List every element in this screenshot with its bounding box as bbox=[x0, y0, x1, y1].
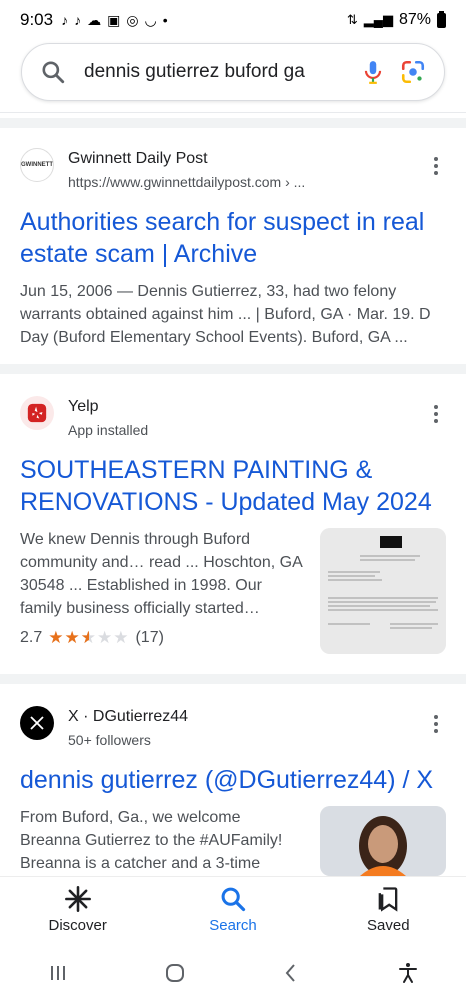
result-snippet: We knew Dennis through Buford community … bbox=[20, 531, 302, 617]
recent-apps-icon[interactable] bbox=[46, 961, 70, 985]
dot-icon: • bbox=[162, 12, 168, 28]
more-options-icon[interactable] bbox=[426, 402, 446, 426]
result-url: App installed bbox=[68, 422, 149, 438]
system-navigation bbox=[0, 946, 466, 1000]
result-source-row: X · DGutierrez44 50+ followers bbox=[20, 706, 446, 750]
result-source-row: Yelp App installed bbox=[20, 396, 446, 440]
gwinnett-favicon-icon: GWINNETT bbox=[20, 148, 54, 182]
result-snippet: From Buford, Ga., we welcome Breanna Gut… bbox=[20, 809, 283, 872]
nav-label: Discover bbox=[48, 917, 107, 934]
bottom-navigation: Discover Search Saved bbox=[0, 876, 466, 946]
rating-row: 2.7 ★★★★★★ (17) bbox=[20, 628, 320, 648]
lens-icon[interactable] bbox=[400, 59, 426, 85]
signal-icon: ▂▄▆ bbox=[363, 12, 393, 27]
status-time: 9:03 bbox=[20, 10, 54, 29]
tiktok-icon: ♪ bbox=[61, 12, 69, 28]
result-title-link[interactable]: SOUTHEASTERN PAINTING & RENOVATIONS - Up… bbox=[20, 454, 446, 518]
status-right: ⇅ ▂▄▆ 87% bbox=[346, 10, 446, 29]
nav-label: Saved bbox=[367, 917, 410, 934]
home-icon[interactable] bbox=[163, 961, 187, 985]
result-source-row: GWINNETT Gwinnett Daily Post https://www… bbox=[20, 148, 446, 192]
accessibility-icon[interactable] bbox=[396, 961, 420, 985]
notification-icons: ♪ ♪ ☁ ▣ ◎ ◡ • bbox=[61, 13, 168, 27]
result-source-name: Yelp bbox=[68, 398, 99, 415]
result-separator bbox=[0, 674, 466, 684]
status-bar: 9:03 ♪ ♪ ☁ ▣ ◎ ◡ • ⇅ ▂▄▆ 87% bbox=[0, 0, 466, 40]
nav-discover[interactable]: Discover bbox=[0, 877, 155, 946]
instagram-icon: ◎ bbox=[126, 12, 139, 28]
favicon-text: GWINNETT bbox=[21, 162, 53, 168]
nav-saved[interactable]: Saved bbox=[311, 877, 466, 946]
search-input[interactable] bbox=[84, 61, 346, 83]
divider bbox=[0, 112, 466, 113]
wifi-calling-icon: ⇅ bbox=[346, 12, 358, 27]
back-icon[interactable] bbox=[279, 961, 303, 985]
yelp-icon bbox=[20, 396, 54, 430]
search-result[interactable]: X · DGutierrez44 50+ followers dennis gu… bbox=[0, 706, 466, 876]
calendar-icon: ▣ bbox=[107, 12, 121, 28]
nav-search[interactable]: Search bbox=[155, 877, 310, 946]
battery-level: 87% bbox=[398, 11, 431, 28]
more-options-icon[interactable] bbox=[426, 154, 446, 178]
search-result[interactable]: Yelp App installed SOUTHEASTERN PAINTING… bbox=[0, 396, 466, 654]
asterisk-icon bbox=[64, 886, 91, 912]
nav-label: Search bbox=[209, 917, 257, 934]
app-icon: ◡ bbox=[144, 12, 157, 28]
result-separator bbox=[0, 364, 466, 374]
result-snippet: Jun 15, 2006 — Dennis Gutierrez, 33, had… bbox=[20, 283, 431, 346]
result-title-link[interactable]: dennis gutierrez (@DGutierrez44) / X bbox=[20, 764, 446, 796]
bookmarks-icon bbox=[378, 887, 398, 912]
result-url: 50+ followers bbox=[68, 732, 151, 748]
result-source-name: Gwinnett Daily Post bbox=[68, 150, 208, 167]
star-rating-icon: ★★★★★★ bbox=[48, 628, 130, 647]
search-icon bbox=[221, 887, 246, 912]
rating-value: 2.7 bbox=[20, 629, 43, 646]
document-thumbnail[interactable] bbox=[320, 528, 446, 654]
more-options-icon[interactable] bbox=[426, 712, 446, 736]
tiktok-icon: ♪ bbox=[74, 12, 82, 28]
cloud-icon: ☁ bbox=[87, 12, 102, 28]
result-title-link[interactable]: Authorities search for suspect in real e… bbox=[20, 206, 446, 270]
search-bar[interactable] bbox=[21, 43, 445, 101]
result-url: https://www.gwinnettdailypost.com › ... bbox=[68, 174, 306, 190]
mic-icon[interactable] bbox=[360, 59, 386, 85]
review-count: (17) bbox=[135, 629, 164, 646]
result-source-name: X · DGutierrez44 bbox=[68, 708, 189, 725]
profile-photo-thumbnail[interactable] bbox=[320, 806, 446, 876]
search-result[interactable]: GWINNETT Gwinnett Daily Post https://www… bbox=[0, 148, 466, 349]
search-icon bbox=[42, 61, 65, 84]
x-logo-icon bbox=[20, 706, 54, 740]
battery-icon bbox=[437, 10, 446, 28]
result-separator bbox=[0, 118, 466, 128]
